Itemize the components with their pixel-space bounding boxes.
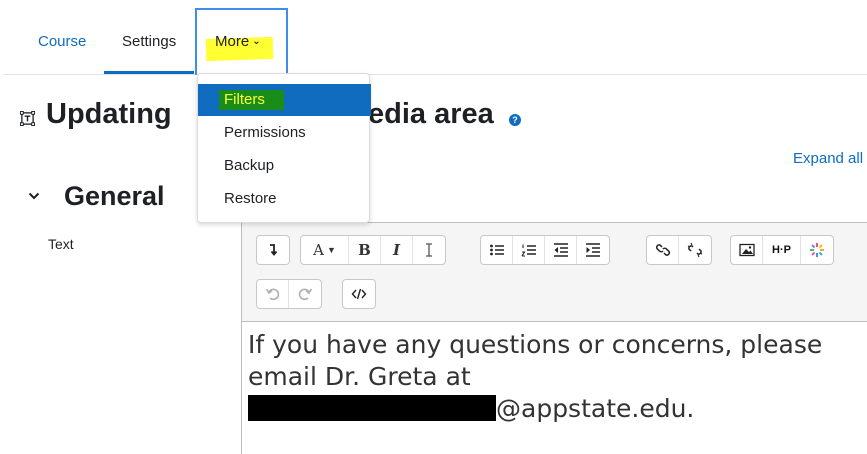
- menu-item-restore[interactable]: Restore: [224, 190, 277, 207]
- menu-item-backup[interactable]: Backup: [224, 157, 274, 174]
- page-title: Updating: [46, 98, 172, 130]
- font-style-label: A: [313, 241, 324, 259]
- toolbar-group-style: A ▼ B I: [300, 235, 446, 265]
- undo-icon[interactable]: [257, 280, 289, 308]
- toolbar-group-history: [256, 279, 322, 309]
- italic-label: I: [392, 241, 401, 259]
- content-line-2: email Dr. Greta at: [248, 362, 471, 391]
- text-field-label: Text: [48, 236, 74, 252]
- tab-course[interactable]: Course: [38, 33, 86, 50]
- content-line-3: @appstate.edu.: [248, 393, 867, 425]
- expand-all-link[interactable]: Expand all: [793, 150, 863, 167]
- chevron-down-icon: ⌄: [252, 36, 261, 47]
- font-style-icon[interactable]: A ▼: [301, 236, 349, 264]
- outdent-icon[interactable]: [545, 236, 577, 264]
- ordered-list-icon[interactable]: [513, 236, 545, 264]
- unordered-list-icon[interactable]: [481, 236, 513, 264]
- menu-item-filters[interactable]: Filters: [224, 91, 265, 108]
- chevron-down-icon[interactable]: [28, 190, 40, 202]
- toolbar-group-lists: [480, 235, 610, 265]
- secondary-navigation: Course Settings More ⌄: [0, 0, 867, 75]
- editor-content[interactable]: If you have any questions or concerns, p…: [248, 329, 867, 425]
- tab-settings[interactable]: Settings: [122, 33, 176, 50]
- unlink-icon[interactable]: [679, 236, 711, 264]
- collapse-icon[interactable]: [257, 236, 289, 264]
- html-icon[interactable]: [343, 280, 375, 308]
- help-icon[interactable]: ?: [509, 114, 521, 126]
- editor-toolbar: A ▼ B I H·P: [242, 223, 867, 322]
- page-title-continued: edia area: [368, 98, 494, 130]
- media-icon[interactable]: [801, 236, 833, 264]
- section-general-title[interactable]: General: [64, 181, 165, 212]
- more-dropdown-menu: Filters Permissions Backup Restore: [197, 73, 371, 223]
- toolbar-group-html: [342, 279, 376, 309]
- h5p-label: H·P: [772, 244, 791, 256]
- link-icon[interactable]: [647, 236, 679, 264]
- content-line-1: If you have any questions or concerns, p…: [248, 330, 823, 359]
- redaction-block: [248, 395, 496, 421]
- image-icon[interactable]: [731, 236, 763, 264]
- italic-icon[interactable]: I: [381, 236, 413, 264]
- toolbar-group-links: [646, 235, 712, 265]
- tabs-divider: [4, 74, 867, 75]
- indent-icon[interactable]: [577, 236, 609, 264]
- clear-formatting-icon[interactable]: [413, 236, 445, 264]
- text-editor: A ▼ B I H·P If you have any questions or…: [241, 222, 867, 454]
- bold-label: B: [358, 241, 371, 259]
- toolbar-group-media: H·P: [730, 235, 834, 265]
- toolbar-group-collapse: [256, 235, 290, 265]
- redo-icon[interactable]: [289, 280, 321, 308]
- tab-more-label: More: [215, 33, 250, 50]
- menu-item-permissions[interactable]: Permissions: [224, 124, 306, 141]
- text-media-area-icon: [20, 111, 35, 126]
- h5p-icon[interactable]: H·P: [763, 236, 801, 264]
- bold-icon[interactable]: B: [349, 236, 381, 264]
- email-suffix: @appstate.edu.: [496, 394, 695, 423]
- tab-more[interactable]: More ⌄: [215, 33, 261, 50]
